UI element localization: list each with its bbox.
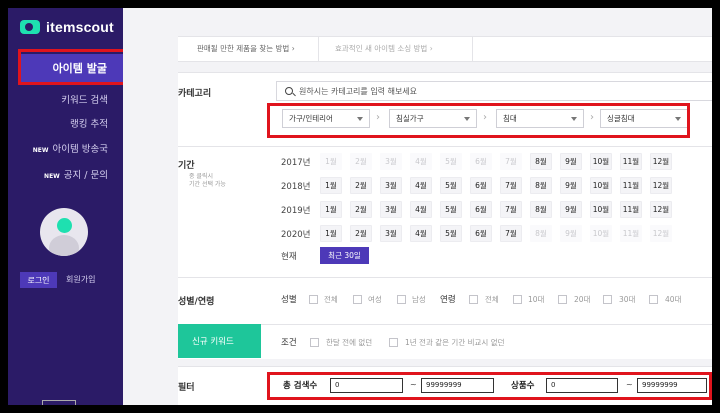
month-button[interactable]: 9월: [560, 177, 582, 194]
month-button[interactable]: 1월: [320, 177, 342, 194]
month-button[interactable]: 6월: [470, 225, 492, 242]
month-button[interactable]: 8월: [530, 177, 552, 194]
month-button[interactable]: 2월: [350, 225, 372, 242]
month-button: 7월: [500, 153, 522, 170]
month-button[interactable]: 7월: [500, 225, 522, 242]
search-icon: [285, 87, 293, 95]
sidebar-item-item-broadcast[interactable]: NEW 아이템 방송국: [8, 141, 108, 155]
month-button[interactable]: 1월: [320, 201, 342, 218]
month-button[interactable]: 9월: [560, 153, 582, 170]
logo-icon: [20, 20, 40, 34]
filter-label: 필터: [178, 383, 195, 393]
month-button[interactable]: 10월: [590, 201, 612, 218]
month-button[interactable]: 7월: [500, 177, 522, 194]
year-label: 2020년: [281, 230, 311, 240]
highlight-box-category: [267, 103, 690, 138]
month-button[interactable]: 2월: [350, 177, 372, 194]
month-button[interactable]: 10월: [590, 177, 612, 194]
user-icon: [57, 218, 72, 233]
month-button: 1월: [320, 153, 342, 170]
login-button[interactable]: 로그인: [20, 272, 57, 288]
gender-male-checkbox[interactable]: [397, 295, 406, 304]
month-button: 8월: [530, 225, 552, 242]
logo[interactable]: itemscout: [20, 16, 114, 38]
current-label: 현재: [281, 252, 297, 262]
gender-age-label: 성별/연령: [178, 297, 215, 307]
category-search-input[interactable]: 원하시는 카테고리를 입력 해보세요: [276, 81, 712, 101]
month-button[interactable]: 2월: [350, 201, 372, 218]
period-note: 중 클릭시 기간 선택 가능: [189, 173, 226, 188]
year-label: 2018년: [281, 182, 311, 192]
gender-all-checkbox[interactable]: [309, 295, 318, 304]
sidebar-footer-element: [42, 400, 76, 405]
age-30s-checkbox[interactable]: [603, 295, 612, 304]
month-button: 6월: [470, 153, 492, 170]
month-button[interactable]: 3월: [380, 225, 402, 242]
month-button[interactable]: 5월: [440, 225, 462, 242]
month-button[interactable]: 7월: [500, 201, 522, 218]
period-label: 기간: [178, 161, 195, 171]
avatar: [40, 208, 88, 256]
year-label: 2019년: [281, 206, 311, 216]
month-button[interactable]: 8월: [530, 201, 552, 218]
guide-tabs: 판매될 만한 제품을 찾는 방법 › 효과적인 새 아이템 소싱 방법 ›: [178, 36, 712, 62]
sidebar-item-notice[interactable]: NEW 공지 / 문의: [8, 167, 108, 181]
month-button[interactable]: 12월: [650, 201, 672, 218]
condition-title: 조건: [281, 338, 297, 348]
month-button[interactable]: 6월: [470, 177, 492, 194]
gender-female-checkbox[interactable]: [353, 295, 362, 304]
age-10s-checkbox[interactable]: [513, 295, 522, 304]
app-window: itemscout 아이템 발굴 키워드 검색 랭킹 추적 NEW 아이템 방송국…: [8, 8, 712, 405]
month-button[interactable]: 12월: [650, 177, 672, 194]
month-button[interactable]: 3월: [380, 201, 402, 218]
month-button[interactable]: 4월: [410, 201, 432, 218]
sidebar-item-keyword-search[interactable]: 키워드 검색: [8, 92, 108, 106]
new-badge: NEW: [32, 147, 49, 154]
month-button: 12월: [650, 225, 672, 242]
month-button[interactable]: 11월: [620, 177, 642, 194]
month-button[interactable]: 6월: [470, 201, 492, 218]
age-title: 연령: [440, 295, 456, 305]
month-button[interactable]: 3월: [380, 177, 402, 194]
logo-text: itemscout: [46, 19, 114, 35]
month-button[interactable]: 11월: [620, 153, 642, 170]
month-button[interactable]: 5월: [440, 177, 462, 194]
sidebar-item-ranking-tracking[interactable]: 랭킹 추적: [8, 116, 108, 130]
month-button[interactable]: 1월: [320, 225, 342, 242]
month-button: 3월: [380, 153, 402, 170]
month-button[interactable]: 4월: [410, 225, 432, 242]
age-all-checkbox[interactable]: [469, 295, 478, 304]
month-button[interactable]: 4월: [410, 177, 432, 194]
condition-last-month-checkbox[interactable]: [310, 338, 319, 347]
recent-30-days-button[interactable]: 최근 30일: [320, 247, 369, 264]
month-button[interactable]: 9월: [560, 201, 582, 218]
month-button: 10월: [590, 225, 612, 242]
highlight-box-sidebar: [18, 49, 126, 85]
age-40s-checkbox[interactable]: [649, 295, 658, 304]
month-button[interactable]: 12월: [650, 153, 672, 170]
new-keyword-tab[interactable]: 신규 키워드: [178, 324, 261, 358]
age-20s-checkbox[interactable]: [558, 295, 567, 304]
main-content: 판매될 만한 제품을 찾는 방법 › 효과적인 새 아이템 소싱 방법 › 카테…: [123, 8, 712, 405]
month-button[interactable]: 10월: [590, 153, 612, 170]
month-button[interactable]: 5월: [440, 201, 462, 218]
month-button: 9월: [560, 225, 582, 242]
month-button: 11월: [620, 225, 642, 242]
month-button[interactable]: 11월: [620, 201, 642, 218]
tab-guide-sourcing[interactable]: 효과적인 새 아이템 소싱 방법 ›: [335, 37, 433, 61]
month-button: 5월: [440, 153, 462, 170]
gender-title: 성별: [281, 295, 297, 305]
category-label: 카테고리: [178, 89, 212, 99]
year-label: 2017년: [281, 158, 311, 168]
condition-last-year-checkbox[interactable]: [389, 338, 398, 347]
new-badge: NEW: [44, 173, 60, 180]
month-button[interactable]: 8월: [530, 153, 552, 170]
month-button: 2월: [350, 153, 372, 170]
tab-guide-sellable[interactable]: 판매될 만한 제품을 찾는 방법 ›: [197, 37, 295, 61]
signup-link[interactable]: 회원가입: [66, 272, 95, 288]
month-button: 4월: [410, 153, 432, 170]
highlight-box-filter: [267, 372, 712, 400]
